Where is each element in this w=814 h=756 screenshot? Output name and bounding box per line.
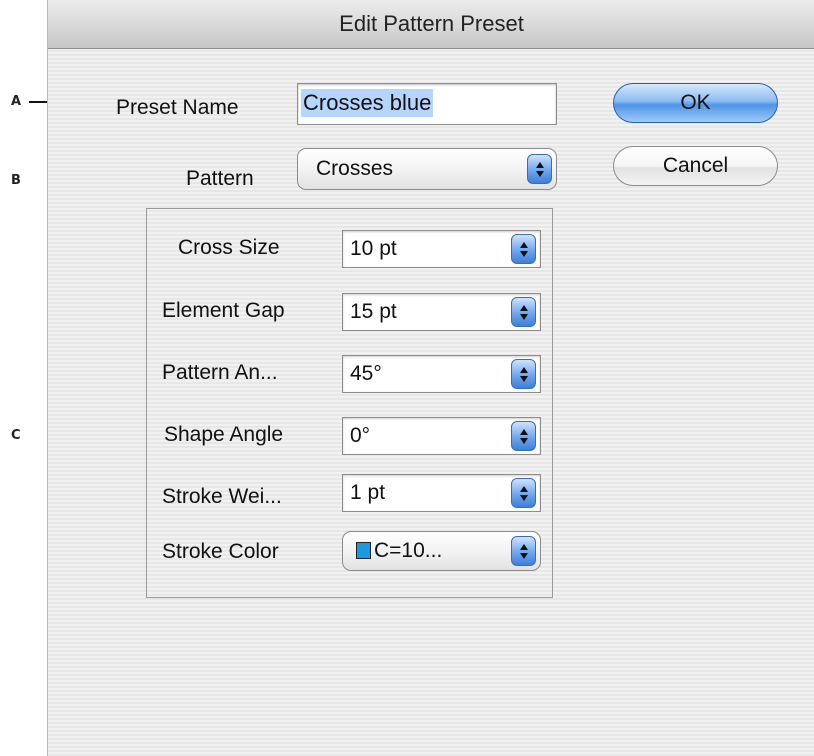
preset-name-input[interactable]: Crosses blue [297, 83, 557, 125]
callout-letter-c: C [11, 428, 22, 443]
stroke-color-swatch [356, 542, 371, 559]
preset-name-label: Preset Name [116, 96, 239, 119]
shape-angle-stepper-icon[interactable] [511, 421, 536, 451]
element-gap-label: Element Gap [162, 299, 285, 322]
stroke-weight-value: 1 pt [350, 481, 386, 504]
stroke-weight-stepper-icon[interactable] [511, 478, 536, 508]
element-gap-stepper-icon[interactable] [511, 297, 536, 327]
stroke-color-select[interactable]: C=10... [342, 531, 541, 571]
callout-letter-a: A [11, 94, 23, 109]
stroke-color-label: Stroke Color [162, 540, 279, 563]
cross-size-combo[interactable]: 10 pt [342, 230, 541, 268]
callout-letter-b: B [11, 173, 22, 188]
element-gap-combo[interactable]: 15 pt [342, 293, 541, 331]
cross-size-label: Cross Size [178, 236, 280, 259]
stroke-color-arrows-icon [511, 536, 536, 566]
stroke-weight-combo[interactable]: 1 pt [342, 474, 541, 512]
shape-angle-value: 0° [350, 424, 371, 447]
cross-size-stepper-icon[interactable] [511, 234, 536, 264]
pattern-select-value: Crosses [316, 157, 394, 180]
ok-button[interactable]: OK [613, 83, 778, 123]
preset-name-value: Crosses blue [301, 89, 434, 117]
cross-size-value: 10 pt [350, 237, 397, 260]
stroke-weight-label: Stroke Wei... [162, 485, 282, 508]
dialog-titlebar[interactable]: Edit Pattern Preset [48, 0, 814, 49]
pattern-angle-label: Pattern An... [162, 361, 278, 384]
shape-angle-combo[interactable]: 0° [342, 417, 541, 455]
dialog-title: Edit Pattern Preset [339, 11, 524, 36]
pattern-select[interactable]: Crosses [297, 148, 557, 190]
pattern-angle-stepper-icon[interactable] [511, 359, 536, 389]
cancel-button[interactable]: Cancel [613, 146, 778, 186]
pattern-angle-value: 45° [350, 362, 382, 385]
shape-angle-label: Shape Angle [164, 423, 284, 446]
pattern-angle-combo[interactable]: 45° [342, 355, 541, 393]
stroke-color-value: C=10... [374, 539, 443, 562]
element-gap-value: 15 pt [350, 300, 397, 323]
pattern-select-arrows-icon [527, 154, 552, 184]
pattern-label: Pattern [186, 167, 254, 190]
